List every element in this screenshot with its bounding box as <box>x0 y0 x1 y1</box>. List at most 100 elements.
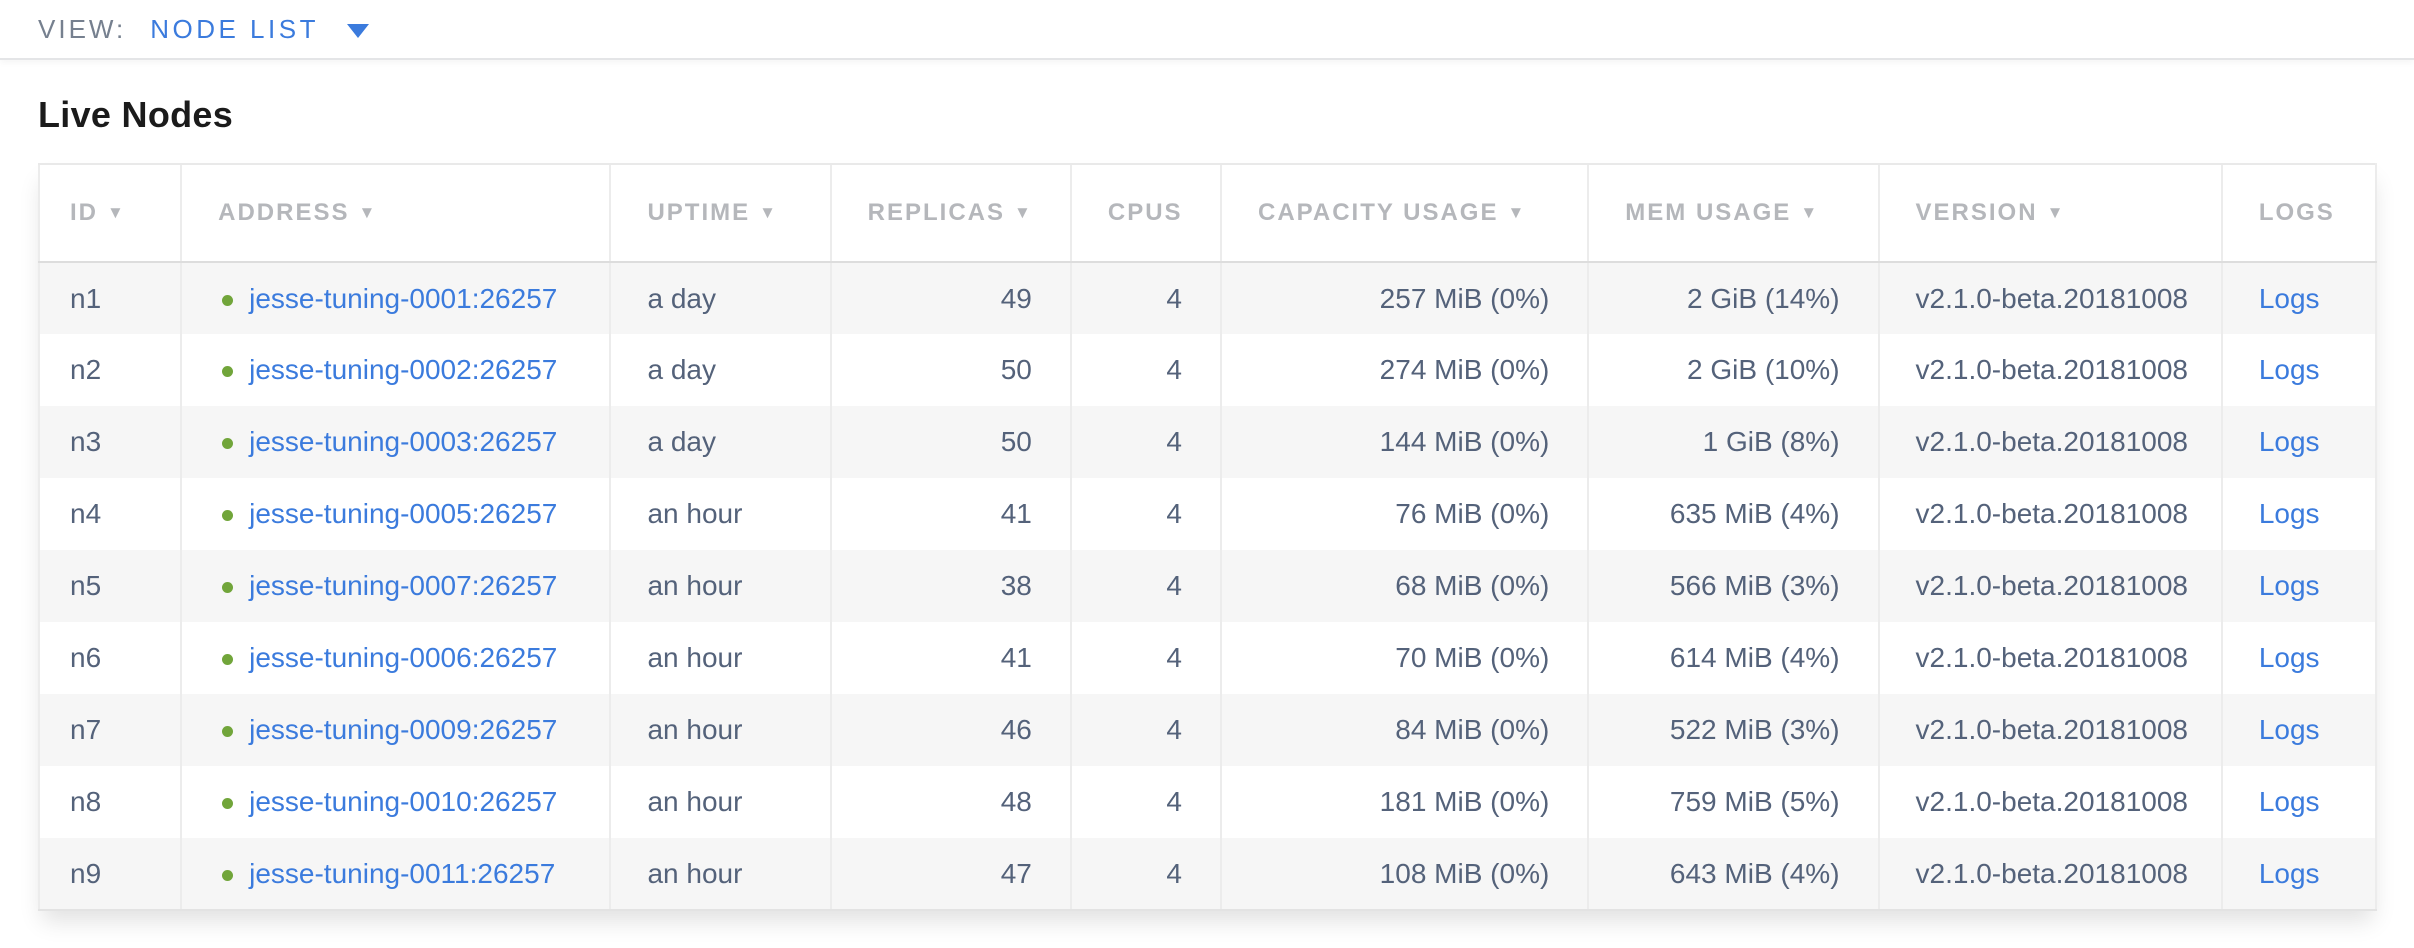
node-logs-cell: Logs <box>2222 478 2376 550</box>
node-logs-cell: Logs <box>2222 262 2376 334</box>
node-capacity-usage-cell: 274 MiB (0%) <box>1221 334 1588 406</box>
node-logs-link[interactable]: Logs <box>2259 570 2320 601</box>
node-version-cell: v2.1.0-beta.20181008 <box>1879 262 2222 334</box>
column-header-uptime[interactable]: UPTIME▼ <box>610 164 830 262</box>
node-logs-link[interactable]: Logs <box>2259 786 2320 817</box>
table-row: n9 jesse-tuning-0011:26257 an hour 47 4 … <box>39 838 2376 910</box>
node-address-cell: jesse-tuning-0006:26257 <box>181 622 610 694</box>
node-replicas-cell: 47 <box>831 838 1071 910</box>
node-id-cell: n4 <box>39 478 181 550</box>
node-capacity-usage-cell: 68 MiB (0%) <box>1221 550 1588 622</box>
node-live-status-icon <box>222 510 233 521</box>
node-address-link[interactable]: jesse-tuning-0006:26257 <box>249 642 557 673</box>
node-logs-cell: Logs <box>2222 838 2376 910</box>
column-header-label: VERSION <box>1916 199 2038 226</box>
column-header-cpus: CPUS <box>1071 164 1221 262</box>
node-address-link[interactable]: jesse-tuning-0007:26257 <box>249 570 557 601</box>
column-header-label: CPUS <box>1108 199 1183 226</box>
node-mem-usage-cell: 566 MiB (3%) <box>1588 550 1878 622</box>
view-selected-value: NODE LIST <box>150 14 319 45</box>
node-logs-link[interactable]: Logs <box>2259 858 2320 889</box>
node-id-cell: n6 <box>39 622 181 694</box>
node-address-link[interactable]: jesse-tuning-0009:26257 <box>249 714 557 745</box>
column-header-label: CAPACITY USAGE <box>1258 199 1498 226</box>
node-replicas-cell: 46 <box>831 694 1071 766</box>
node-uptime-cell: an hour <box>610 550 830 622</box>
node-live-status-icon <box>222 582 233 593</box>
node-capacity-usage-cell: 76 MiB (0%) <box>1221 478 1588 550</box>
node-version-cell: v2.1.0-beta.20181008 <box>1879 694 2222 766</box>
node-logs-link[interactable]: Logs <box>2259 426 2320 457</box>
sort-descending-icon: ▼ <box>107 203 126 222</box>
node-version-cell: v2.1.0-beta.20181008 <box>1879 406 2222 478</box>
node-capacity-usage-cell: 70 MiB (0%) <box>1221 622 1588 694</box>
node-mem-usage-cell: 635 MiB (4%) <box>1588 478 1878 550</box>
node-logs-link[interactable]: Logs <box>2259 498 2320 529</box>
node-mem-usage-cell: 522 MiB (3%) <box>1588 694 1878 766</box>
view-label: VIEW: <box>38 14 126 45</box>
node-live-status-icon <box>222 870 233 881</box>
node-address-link[interactable]: jesse-tuning-0002:26257 <box>249 354 557 385</box>
node-uptime-cell: an hour <box>610 766 830 838</box>
column-header-replicas[interactable]: REPLICAS▼ <box>831 164 1071 262</box>
node-address-cell: jesse-tuning-0011:26257 <box>181 838 610 910</box>
sort-descending-icon: ▼ <box>2047 203 2066 222</box>
node-live-status-icon <box>222 438 233 449</box>
node-address-link[interactable]: jesse-tuning-0010:26257 <box>249 786 557 817</box>
node-cpus-cell: 4 <box>1071 334 1221 406</box>
column-header-logs: LOGS <box>2222 164 2376 262</box>
node-replicas-cell: 38 <box>831 550 1071 622</box>
column-header-label: UPTIME <box>647 199 750 226</box>
page-title: Live Nodes <box>38 94 2414 136</box>
node-logs-cell: Logs <box>2222 406 2376 478</box>
column-header-address[interactable]: ADDRESS▼ <box>181 164 610 262</box>
column-header-id[interactable]: ID ▼ <box>39 164 181 262</box>
table-row: n4 jesse-tuning-0005:26257 an hour 41 4 … <box>39 478 2376 550</box>
node-address-link[interactable]: jesse-tuning-0001:26257 <box>249 283 557 314</box>
node-cpus-cell: 4 <box>1071 622 1221 694</box>
table-row: n7 jesse-tuning-0009:26257 an hour 46 4 … <box>39 694 2376 766</box>
node-uptime-cell: an hour <box>610 838 830 910</box>
column-header-label: LOGS <box>2259 199 2335 226</box>
table-row: n8 jesse-tuning-0010:26257 an hour 48 4 … <box>39 766 2376 838</box>
node-capacity-usage-cell: 144 MiB (0%) <box>1221 406 1588 478</box>
node-id-cell: n2 <box>39 334 181 406</box>
node-logs-link[interactable]: Logs <box>2259 642 2320 673</box>
node-version-cell: v2.1.0-beta.20181008 <box>1879 766 2222 838</box>
node-mem-usage-cell: 1 GiB (8%) <box>1588 406 1878 478</box>
table-row: n2 jesse-tuning-0002:26257 a day 50 4 27… <box>39 334 2376 406</box>
node-logs-link[interactable]: Logs <box>2259 714 2320 745</box>
node-mem-usage-cell: 643 MiB (4%) <box>1588 838 1878 910</box>
node-capacity-usage-cell: 257 MiB (0%) <box>1221 262 1588 334</box>
column-header-mem-usage[interactable]: MEM USAGE▼ <box>1588 164 1878 262</box>
node-replicas-cell: 50 <box>831 406 1071 478</box>
column-header-label: MEM USAGE <box>1625 199 1791 226</box>
node-version-cell: v2.1.0-beta.20181008 <box>1879 478 2222 550</box>
node-address-link[interactable]: jesse-tuning-0005:26257 <box>249 498 557 529</box>
column-header-capacity-usage[interactable]: CAPACITY USAGE▼ <box>1221 164 1588 262</box>
column-header-label: ID <box>70 199 98 226</box>
node-version-cell: v2.1.0-beta.20181008 <box>1879 622 2222 694</box>
node-logs-cell: Logs <box>2222 622 2376 694</box>
node-address-cell: jesse-tuning-0010:26257 <box>181 766 610 838</box>
node-mem-usage-cell: 2 GiB (14%) <box>1588 262 1878 334</box>
node-id-cell: n9 <box>39 838 181 910</box>
node-cpus-cell: 4 <box>1071 766 1221 838</box>
node-replicas-cell: 49 <box>831 262 1071 334</box>
node-logs-cell: Logs <box>2222 334 2376 406</box>
node-live-status-icon <box>222 654 233 665</box>
node-id-cell: n8 <box>39 766 181 838</box>
node-capacity-usage-cell: 108 MiB (0%) <box>1221 838 1588 910</box>
node-address-link[interactable]: jesse-tuning-0003:26257 <box>249 426 557 457</box>
view-dropdown[interactable]: NODE LIST <box>150 14 369 45</box>
table-row: n3 jesse-tuning-0003:26257 a day 50 4 14… <box>39 406 2376 478</box>
node-live-status-icon <box>222 798 233 809</box>
node-address-cell: jesse-tuning-0003:26257 <box>181 406 610 478</box>
column-header-version[interactable]: VERSION ▼ <box>1879 164 2222 262</box>
node-cpus-cell: 4 <box>1071 694 1221 766</box>
node-logs-link[interactable]: Logs <box>2259 354 2320 385</box>
node-uptime-cell: a day <box>610 334 830 406</box>
node-uptime-cell: a day <box>610 262 830 334</box>
node-address-link[interactable]: jesse-tuning-0011:26257 <box>249 858 555 889</box>
node-logs-link[interactable]: Logs <box>2259 283 2320 314</box>
